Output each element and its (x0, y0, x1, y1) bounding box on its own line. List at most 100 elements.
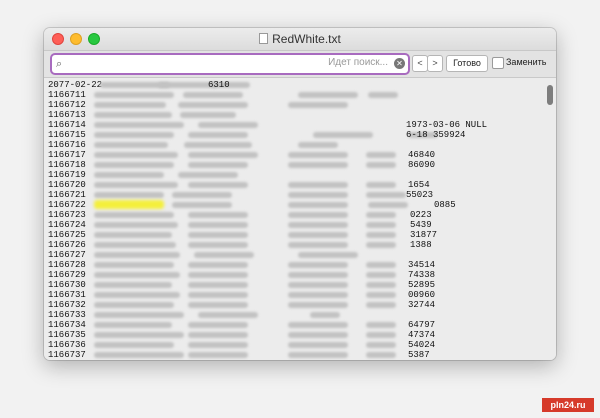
replace-checkbox[interactable] (492, 57, 504, 69)
redacted-text (288, 262, 348, 268)
search-field[interactable]: ⌕ Идет поиск... ✕ (50, 53, 410, 75)
done-button[interactable]: Готово (446, 55, 488, 72)
redacted-text (288, 282, 348, 288)
text-line: 1166717 46840 (48, 150, 540, 160)
redacted-text (366, 212, 396, 218)
redacted-text (94, 302, 174, 308)
redacted-text (94, 272, 180, 278)
text-line: 1166730 52895 (48, 280, 540, 290)
title-bar: RedWhite.txt (44, 28, 556, 51)
line-value: 5387 (408, 350, 430, 360)
text-line: 1166732 32744 (48, 300, 540, 310)
redacted-text (94, 192, 164, 198)
redacted-text (366, 222, 396, 228)
next-match-button[interactable]: > (427, 55, 443, 72)
window-title-area: RedWhite.txt (44, 28, 556, 50)
redacted-text (366, 192, 406, 198)
line-id: 1166736 (48, 340, 86, 350)
line-value: 86090 (408, 160, 436, 170)
redacted-text (184, 142, 252, 148)
text-line: 1166711 (48, 90, 540, 100)
text-line: 1166731 00960 (48, 290, 540, 300)
line-value: 6310 (208, 80, 230, 90)
redacted-text (188, 182, 248, 188)
line-id: 1166737 (48, 350, 86, 360)
redacted-text (94, 182, 178, 188)
text-line: 1166721 55023 (48, 190, 540, 200)
line-value: 1654 (408, 180, 430, 190)
vertical-scrollbar[interactable] (544, 78, 556, 360)
clear-search-icon[interactable]: ✕ (394, 58, 405, 69)
text-line: 1166734 64797 (48, 320, 540, 330)
redacted-text (288, 332, 348, 338)
redacted-text (298, 92, 358, 98)
line-id: 1166711 (48, 90, 86, 100)
redacted-text (94, 162, 174, 168)
redacted-text (366, 302, 396, 308)
line-id: 1166732 (48, 300, 86, 310)
redacted-text (288, 272, 348, 278)
line-value: 0885 (434, 200, 456, 210)
redacted-text (94, 252, 180, 258)
redacted-text (94, 342, 174, 348)
text-line: 1166733 (48, 310, 540, 320)
line-value: 52895 (408, 280, 436, 290)
line-id: 1166730 (48, 280, 86, 290)
line-id: 1166731 (48, 290, 86, 300)
redacted-text (94, 262, 174, 268)
redacted-text (94, 292, 180, 298)
line-id: 1166713 (48, 110, 86, 120)
text-line: 1166720 1654 (48, 180, 540, 190)
redacted-text (310, 312, 340, 318)
search-icon[interactable]: ⌕ (56, 58, 62, 71)
redacted-text (94, 322, 172, 328)
redacted-text (188, 132, 248, 138)
redacted-text (298, 252, 358, 258)
redacted-text (194, 252, 254, 258)
line-id: 1166729 (48, 270, 86, 280)
redacted-text (180, 112, 236, 118)
redacted-text (366, 232, 396, 238)
redacted-text (298, 142, 338, 148)
redacted-text (94, 142, 168, 148)
redacted-text (94, 172, 164, 178)
replace-label: Заменить (506, 57, 547, 67)
redacted-text (188, 232, 248, 238)
redacted-text (188, 152, 258, 158)
redacted-text (188, 282, 248, 288)
text-content-area[interactable]: 2077-02-22 6310 1166711 1166712 1166713 11667… (44, 78, 544, 360)
line-id: 2077-02-22 (48, 80, 103, 90)
redacted-text (94, 132, 174, 138)
redacted-text (288, 162, 348, 168)
redacted-text (188, 352, 248, 358)
text-editor-window: RedWhite.txt ⌕ Идет поиск... ✕ < > Готов… (44, 28, 556, 360)
line-id: 1166718 (48, 160, 86, 170)
redacted-text (366, 292, 396, 298)
text-line: 1166712 (48, 100, 540, 110)
redacted-text (366, 182, 396, 188)
redacted-text (94, 122, 184, 128)
line-value: 46840 (408, 150, 436, 160)
text-line: 1166728 34514 (48, 260, 540, 270)
previous-match-button[interactable]: < (412, 55, 428, 72)
redacted-text (288, 342, 348, 348)
scrollbar-thumb[interactable] (547, 85, 553, 105)
redacted-text (188, 292, 248, 298)
text-line: 1166726 1388 (48, 240, 540, 250)
redacted-text (288, 322, 348, 328)
search-input[interactable] (70, 56, 370, 72)
redacted-text (366, 282, 396, 288)
line-id: 1166721 (48, 190, 86, 200)
line-value: 47374 (408, 330, 436, 340)
line-id: 1166712 (48, 100, 86, 110)
redacted-text (94, 242, 176, 248)
redacted-text (288, 152, 348, 158)
redacted-text (288, 212, 348, 218)
redacted-text (288, 242, 348, 248)
text-line: 1166719 (48, 170, 540, 180)
redacted-text (188, 342, 248, 348)
document-icon (259, 33, 269, 44)
redacted-text (366, 262, 396, 268)
redacted-text (198, 122, 258, 128)
redacted-text (198, 312, 258, 318)
